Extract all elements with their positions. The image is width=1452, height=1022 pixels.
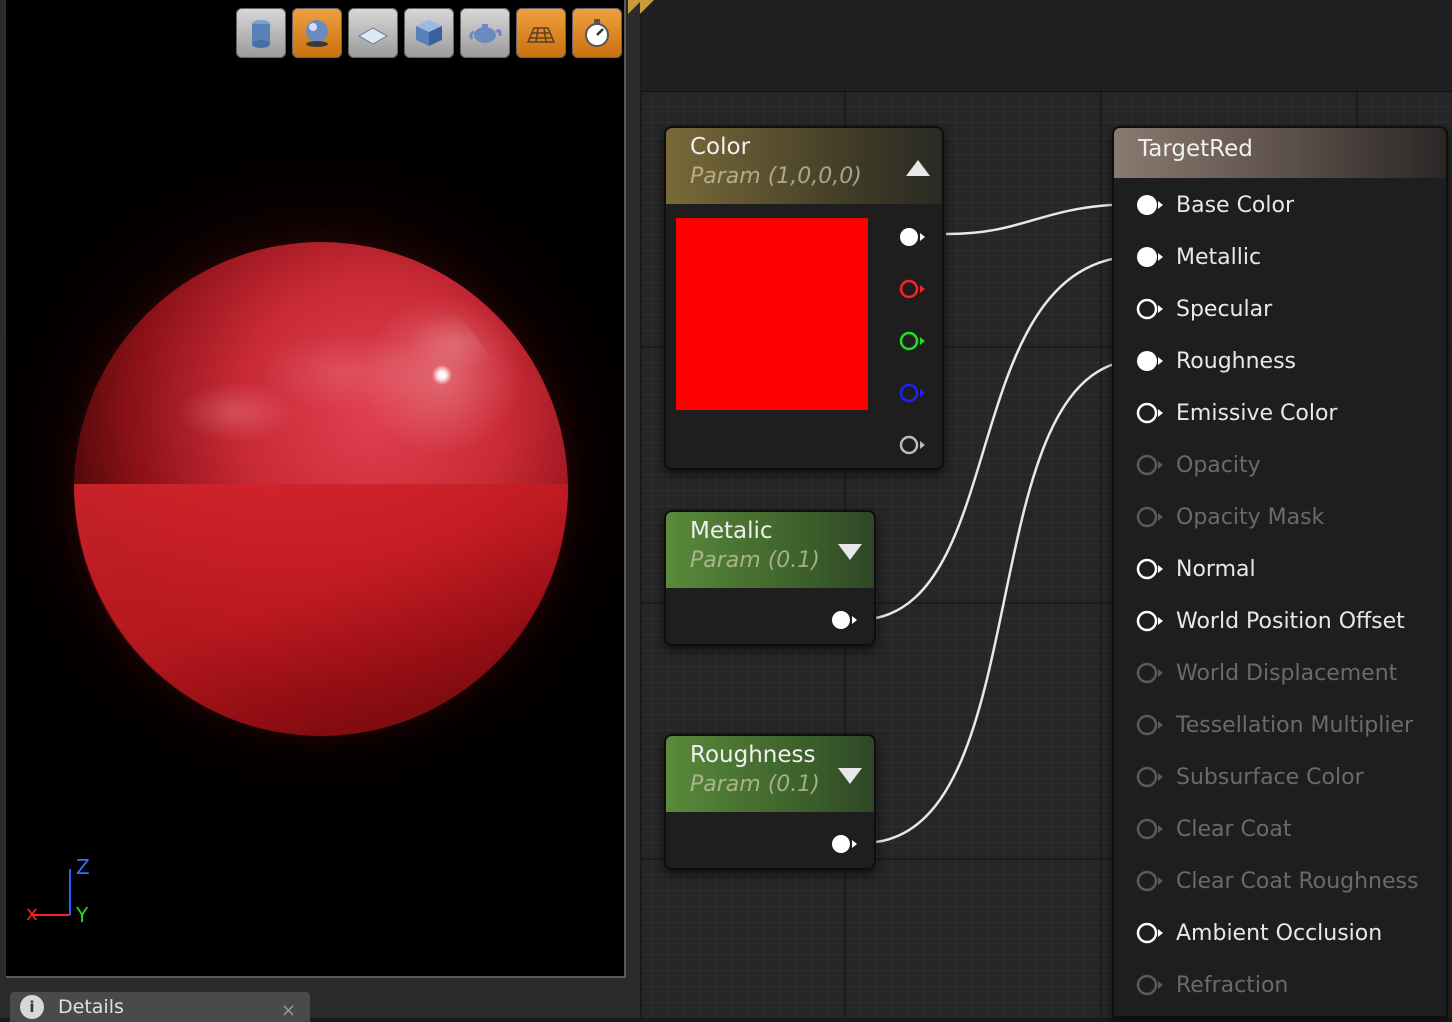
material-input-row: Subsurface Color — [1134, 762, 1364, 792]
preview-toolbar — [236, 8, 622, 58]
input-pin — [1136, 766, 1163, 788]
material-input-label: World Position Offset — [1176, 608, 1405, 634]
axis-gizmo: Z Y x — [22, 855, 102, 935]
input-pin — [1136, 974, 1163, 996]
material-input-label: Subsurface Color — [1176, 764, 1364, 790]
material-node-header[interactable]: TargetRed — [1114, 128, 1446, 178]
material-input-label: Emissive Color — [1176, 400, 1338, 426]
info-icon: i — [20, 995, 44, 1019]
material-input-label: Normal — [1176, 556, 1256, 582]
input-pin-connected[interactable] — [1134, 348, 1164, 374]
collapse-up-icon[interactable] — [906, 160, 930, 176]
sphere-icon[interactable] — [292, 8, 342, 58]
roughness-node-title: Roughness — [690, 742, 816, 768]
material-input-row: Clear Coat — [1134, 814, 1291, 844]
input-pin[interactable] — [1134, 556, 1164, 582]
output-g-pin[interactable] — [898, 330, 928, 352]
preview-viewport[interactable]: Z Y x — [6, 0, 626, 978]
material-input-row: Refraction — [1134, 970, 1288, 1000]
material-input-label: Tessellation Multiplier — [1176, 712, 1414, 738]
material-input-row[interactable]: Normal — [1134, 554, 1256, 584]
input-pin — [1136, 870, 1163, 892]
material-node-title: TargetRed — [1138, 136, 1253, 162]
material-result-node[interactable]: TargetRed Base Color Metallic Specular Roug… — [1112, 126, 1448, 1018]
plane-icon[interactable] — [348, 8, 398, 58]
material-input-row: Tessellation Multiplier — [1134, 710, 1413, 740]
material-preview-panel: Z Y x i Details × — [0, 0, 642, 1022]
roughness-param-node[interactable]: Roughness Param (0.1) — [664, 734, 876, 870]
material-input-row[interactable]: Roughness — [1134, 346, 1296, 376]
axis-x-label: x — [26, 901, 38, 925]
input-pin[interactable] — [1134, 296, 1164, 322]
graph-header-bar — [642, 0, 1452, 92]
preview-sphere-lower-half — [74, 484, 568, 736]
axis-z-label: Z — [76, 855, 90, 879]
metalic-node-title: Metalic — [690, 518, 773, 544]
material-input-row[interactable]: Metallic — [1134, 242, 1261, 272]
material-input-row: Opacity — [1134, 450, 1261, 480]
output-a-pin[interactable] — [898, 434, 928, 456]
material-input-row[interactable]: World Position Offset — [1134, 606, 1405, 636]
material-input-label: Roughness — [1176, 348, 1297, 374]
material-input-label: Base Color — [1176, 192, 1295, 218]
material-input-row: Clear Coat Roughness — [1134, 866, 1418, 896]
collapse-down-icon[interactable] — [838, 544, 862, 560]
color-node-subtitle: Param (1,0,0,0) — [690, 164, 862, 189]
material-input-row[interactable]: Specular — [1134, 294, 1272, 324]
teapot-icon[interactable] — [460, 8, 510, 58]
roughness-output-pin[interactable] — [830, 833, 860, 855]
cube-icon[interactable] — [404, 8, 454, 58]
material-input-row: Opacity Mask — [1134, 502, 1324, 532]
metalic-output-pin[interactable] — [830, 609, 860, 631]
material-input-label: Clear Coat Roughness — [1176, 868, 1419, 894]
material-input-label: World Displacement — [1176, 660, 1398, 686]
color-param-node[interactable]: Color Param (1,0,0,0) — [664, 126, 944, 470]
material-input-row[interactable]: Base Color — [1134, 190, 1294, 220]
cylinder-icon[interactable] — [236, 8, 286, 58]
output-b-pin[interactable] — [898, 382, 928, 404]
output-rgba-pin[interactable] — [898, 226, 928, 248]
metalic-node-header[interactable]: Metalic Param (0.1) — [666, 512, 874, 588]
input-pin-connected[interactable] — [1134, 244, 1164, 270]
material-input-row[interactable]: Emissive Color — [1134, 398, 1337, 428]
color-swatch[interactable] — [676, 218, 868, 410]
material-input-label: Clear Coat — [1176, 816, 1292, 842]
output-r-pin[interactable] — [898, 278, 928, 300]
input-pin[interactable] — [1134, 608, 1164, 634]
material-input-label: Ambient Occlusion — [1176, 920, 1383, 946]
collapse-down-icon[interactable] — [838, 768, 862, 784]
details-tab-label: Details — [58, 996, 124, 1018]
grid-floor-icon[interactable] — [516, 8, 566, 58]
material-input-label: Opacity — [1176, 452, 1261, 478]
material-input-label: Refraction — [1176, 972, 1289, 998]
material-input-row: World Displacement — [1134, 658, 1397, 688]
input-pin[interactable] — [1134, 920, 1164, 946]
input-pin — [1136, 662, 1163, 684]
input-pin-connected[interactable] — [1134, 192, 1164, 218]
input-pin[interactable] — [1134, 400, 1164, 426]
material-input-row[interactable]: Ambient Occlusion — [1134, 918, 1382, 948]
input-pin — [1136, 454, 1163, 476]
input-pin — [1136, 818, 1163, 840]
input-pin — [1136, 506, 1163, 528]
input-pin — [1136, 714, 1163, 736]
graph-corner-marker — [640, 0, 654, 14]
material-input-label: Opacity Mask — [1176, 504, 1325, 530]
material-input-label: Metallic — [1176, 244, 1262, 270]
realtime-icon[interactable] — [572, 8, 622, 58]
roughness-node-header[interactable]: Roughness Param (0.1) — [666, 736, 874, 812]
material-input-label: Specular — [1176, 296, 1273, 322]
color-node-header[interactable]: Color Param (1,0,0,0) — [666, 128, 942, 204]
metalic-param-node[interactable]: Metalic Param (0.1) — [664, 510, 876, 646]
axis-y-label: Y — [76, 903, 89, 927]
color-node-title: Color — [690, 134, 751, 160]
